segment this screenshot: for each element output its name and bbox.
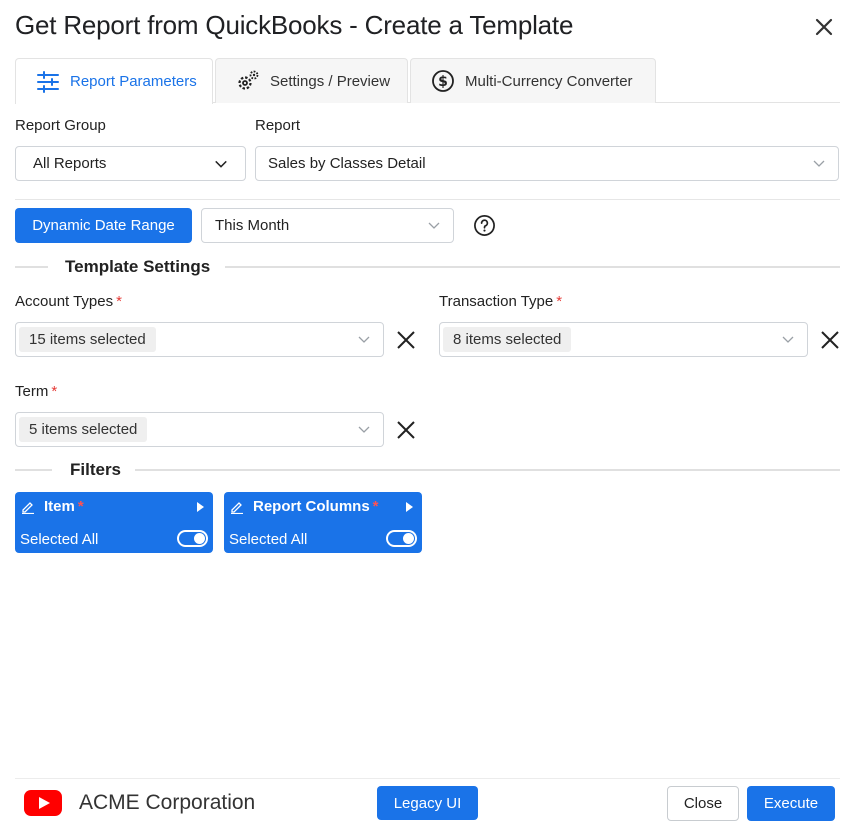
transaction-type-label: Transaction Type *: [439, 293, 563, 310]
close-button[interactable]: Close: [667, 786, 739, 821]
transaction-type-multiselect[interactable]: 8 items selected: [439, 322, 808, 357]
gears-icon: [236, 69, 260, 93]
required-mark: *: [556, 293, 563, 310]
help-icon[interactable]: [473, 214, 496, 237]
term-multiselect[interactable]: 5 items selected: [15, 412, 384, 447]
pencil-icon[interactable]: [230, 500, 244, 514]
select-all-toggle[interactable]: [386, 530, 417, 547]
clear-term-icon[interactable]: [395, 419, 417, 441]
report-group-label: Report Group: [15, 117, 106, 134]
report-group-select[interactable]: All Reports: [15, 146, 246, 181]
sliders-icon: [36, 70, 60, 94]
selected-count-chip: 15 items selected: [19, 327, 156, 352]
section-divider: [15, 469, 52, 471]
close-icon[interactable]: [812, 15, 836, 39]
tab-label: Settings / Preview: [270, 72, 391, 90]
dynamic-date-range-button[interactable]: Dynamic Date Range: [15, 208, 192, 243]
footer-divider: [15, 778, 840, 779]
chevron-down-icon: [215, 160, 227, 168]
brand-logo-icon: [24, 790, 62, 816]
report-group-value: All Reports: [33, 155, 107, 172]
filter-card-title: Item *: [44, 498, 84, 515]
report-select[interactable]: Sales by Classes Detail: [255, 146, 839, 181]
required-mark: *: [116, 293, 122, 310]
filter-card-title: Report Columns *: [253, 498, 379, 515]
required-mark: *: [77, 498, 84, 515]
selected-count-chip: 5 items selected: [19, 417, 148, 442]
tab-multi-currency-converter[interactable]: $ Multi-Currency Converter: [410, 58, 656, 103]
dollar-circle-icon: $: [431, 69, 455, 93]
filter-card-item[interactable]: Item * Selected All: [15, 492, 213, 553]
account-types-label: Account Types *: [15, 293, 122, 310]
chevron-down-icon: [358, 336, 370, 343]
filter-status: Selected All: [229, 531, 308, 548]
tab-report-parameters[interactable]: Report Parameters: [15, 58, 213, 104]
pencil-icon[interactable]: [21, 500, 35, 514]
brand-name: ACME Corporation: [79, 791, 256, 814]
divider: [15, 199, 840, 200]
chevron-down-icon: [782, 336, 794, 343]
filter-card-report-columns[interactable]: Report Columns * Selected All: [224, 492, 422, 553]
selected-count-chip: 8 items selected: [443, 327, 572, 352]
caret-right-icon[interactable]: [404, 501, 414, 513]
tab-label: Multi-Currency Converter: [465, 72, 633, 90]
account-types-multiselect[interactable]: 15 items selected: [15, 322, 384, 357]
chevron-down-icon: [428, 222, 440, 229]
term-label: Term *: [15, 383, 58, 400]
caret-right-icon[interactable]: [195, 501, 205, 513]
required-mark: *: [51, 383, 58, 400]
required-mark: *: [372, 498, 379, 515]
date-range-select[interactable]: This Month: [201, 208, 454, 243]
section-divider: [135, 469, 840, 471]
section-divider: [225, 266, 840, 268]
template-settings-title: Template Settings: [51, 257, 225, 277]
clear-transaction-type-icon[interactable]: [819, 329, 841, 351]
dialog-title: Get Report from QuickBooks - Create a Te…: [15, 10, 574, 40]
report-label: Report: [255, 117, 301, 134]
legacy-ui-button[interactable]: Legacy UI: [377, 786, 478, 820]
filter-status: Selected All: [20, 531, 99, 548]
clear-account-types-icon[interactable]: [395, 329, 417, 351]
chevron-down-icon: [813, 160, 825, 167]
tab-label: Report Parameters: [70, 73, 197, 90]
report-value: Sales by Classes Detail: [268, 155, 426, 172]
tab-bar: Report Parameters Settings / Preview $ M…: [15, 58, 840, 104]
section-divider: [15, 266, 48, 268]
filters-title: Filters: [56, 460, 136, 480]
svg-text:$: $: [438, 74, 448, 90]
chevron-down-icon: [358, 426, 370, 433]
date-range-value: This Month: [215, 217, 290, 234]
select-all-toggle[interactable]: [177, 530, 208, 547]
execute-button[interactable]: Execute: [747, 786, 835, 821]
tab-settings-preview[interactable]: Settings / Preview: [215, 58, 408, 103]
